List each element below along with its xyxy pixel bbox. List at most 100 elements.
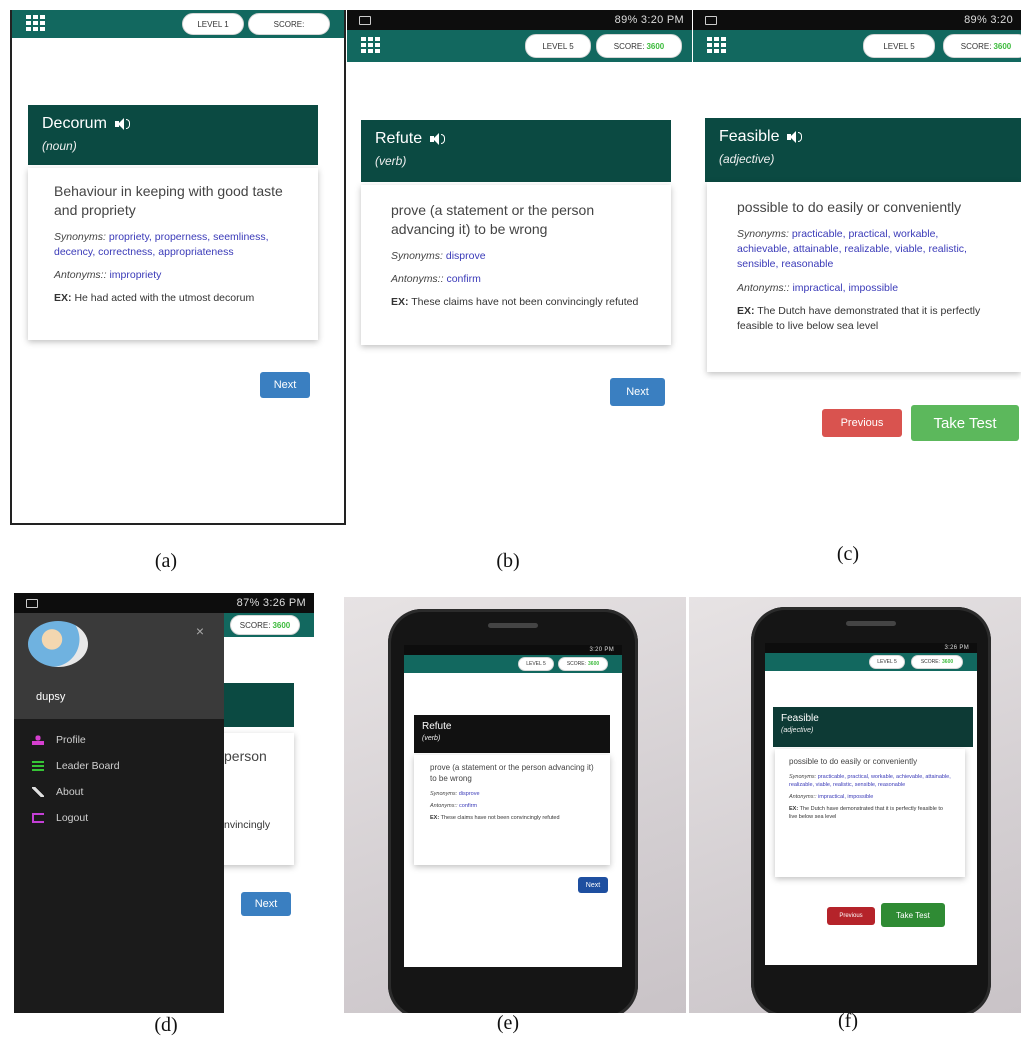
score-label: SCORE: <box>920 659 941 665</box>
level-pill: LEVEL 1 <box>182 13 244 35</box>
app-header: LEVEL 5 SCORE: 3600 <box>347 30 692 62</box>
word-title: Feasible <box>719 128 1007 146</box>
status-text: 87% 3:26 PM <box>236 597 306 609</box>
antonyms-label: Antonyms:: <box>430 802 458 809</box>
word-card-header: Refute (verb) <box>361 120 671 182</box>
next-button[interactable]: Next <box>241 892 291 916</box>
word-text: Feasible <box>781 713 819 724</box>
score-value: 3600 <box>942 659 954 665</box>
caption-b: (b) <box>496 550 520 572</box>
antonyms-line: Antonyms:: impractical, impossible <box>789 794 951 802</box>
part-of-speech: (noun) <box>42 139 77 153</box>
take-test-button[interactable]: Take Test <box>881 903 945 927</box>
notification-icon <box>26 598 38 608</box>
example-line: EX: These claims have not been convincin… <box>430 815 594 823</box>
level-pill: LEVEL 5 <box>525 34 591 58</box>
example-label: EX: <box>737 304 755 317</box>
synonyms-line: Synonyms: disprove <box>391 249 641 264</box>
level-label: LEVEL 5 <box>883 41 915 51</box>
example-label: EX: <box>789 805 799 812</box>
score-value: 3600 <box>272 620 291 630</box>
list-icon <box>32 761 44 771</box>
example-text: These claims have not been convincingly … <box>440 814 560 821</box>
notification-icon <box>359 15 371 25</box>
speaker-icon[interactable] <box>430 133 446 145</box>
synonyms-label: Synonyms: <box>54 230 106 243</box>
synonyms-line: Synonyms: practicable, practical, workab… <box>789 774 951 790</box>
panel-f-phone-photo: 3:26 PM LEVEL 5 SCORE: 3600 Feasible (adj… <box>689 597 1021 1013</box>
status-text: 3:20 PM <box>589 647 614 653</box>
status-bar: 87% 3:26 PM <box>14 593 314 613</box>
take-test-button[interactable]: Take Test <box>911 405 1019 441</box>
status-text: 89% 3:20 PM <box>614 14 684 26</box>
previous-button[interactable]: Previous <box>827 907 875 925</box>
drawer-item-label: Leader Board <box>56 760 120 772</box>
word-title: Decorum <box>42 115 304 133</box>
menu-grid-icon[interactable] <box>707 37 727 55</box>
drawer-profile-header: × dupsy <box>14 613 224 719</box>
drawer-item-label: Logout <box>56 812 89 824</box>
score-value: 3600 <box>993 41 1012 51</box>
speaker-icon[interactable] <box>114 118 130 130</box>
antonyms-list: confirm <box>459 802 478 809</box>
status-bar: 3:20 PM <box>404 645 622 655</box>
word-card-header: Feasible (adjective) <box>705 118 1021 182</box>
score-label: SCORE: <box>566 661 587 667</box>
example-text: The Dutch have demonstrated that it is p… <box>737 304 981 332</box>
score-pill: SCORE: 3600 <box>558 657 608 671</box>
word-title: Refute <box>422 721 602 732</box>
word-title: Feasible <box>781 713 965 724</box>
drawer-item-leaderboard[interactable]: Leader Board <box>14 753 224 779</box>
notification-icon <box>705 15 717 25</box>
example-peek: nvincingly <box>224 818 271 831</box>
example-text: The Dutch have demonstrated that it is p… <box>789 805 943 820</box>
nav-drawer: × dupsy Profile Leader Board About Logou… <box>14 613 224 1013</box>
synonyms-line: Synonyms: disprove <box>430 791 594 799</box>
score-pill: SCORE: <box>248 13 330 35</box>
definition: prove (a statement or the person advanci… <box>430 763 594 783</box>
phone-device: 3:26 PM LEVEL 5 SCORE: 3600 Feasible (adj… <box>751 607 991 1013</box>
panel-d-drawer: 87% 3:26 PM SCORE: 3600 person nvincingly… <box>14 593 314 1013</box>
panel-b-refute: 89% 3:20 PM LEVEL 5 SCORE: 3600 Refute (v… <box>347 10 692 355</box>
menu-grid-icon[interactable] <box>361 37 381 55</box>
antonyms-list: impractical, impossible <box>818 793 874 800</box>
antonyms-label: Antonyms:: <box>54 269 107 282</box>
next-button[interactable]: Next <box>260 372 310 398</box>
example-label: EX: <box>430 814 440 821</box>
app-header: LEVEL 5 SCORE: 3600 <box>693 30 1021 62</box>
panel-e-phone-photo: 3:20 PM LEVEL 5 SCORE: 3600 Refute (verb)… <box>344 597 686 1013</box>
level-pill: LEVEL 5 <box>863 34 935 58</box>
wrench-icon <box>32 787 44 797</box>
drawer-item-profile[interactable]: Profile <box>14 727 224 753</box>
level-label: LEVEL 1 <box>197 19 229 29</box>
example-line: EX: The Dutch have demonstrated that it … <box>737 304 993 334</box>
word-card-body: prove (a statement or the person advanci… <box>361 185 671 345</box>
word-card-header: Feasible (adjective) <box>773 707 973 747</box>
caption-a: (a) <box>154 550 178 572</box>
word-text: Refute <box>375 130 423 147</box>
close-icon[interactable]: × <box>196 623 204 639</box>
level-pill: LEVEL 5 <box>869 655 905 669</box>
definition: prove (a statement or the person advanci… <box>391 202 595 237</box>
caption-c: (c) <box>836 543 860 565</box>
score-pill: SCORE: 3600 <box>911 655 963 669</box>
level-label: LEVEL 5 <box>877 659 897 665</box>
antonyms-list: confirm <box>446 273 481 285</box>
next-button[interactable]: Next <box>610 378 665 406</box>
definition: possible to do easily or conveniently <box>737 199 962 215</box>
previous-button[interactable]: Previous <box>822 409 902 437</box>
drawer-item-label: About <box>56 786 84 798</box>
phone-device: 3:20 PM LEVEL 5 SCORE: 3600 Refute (verb)… <box>388 609 638 1013</box>
speaker-icon[interactable] <box>787 131 803 143</box>
phone-screen: 3:20 PM LEVEL 5 SCORE: 3600 Refute (verb)… <box>404 645 622 967</box>
antonyms-line: Antonyms:: confirm <box>430 803 594 811</box>
status-bar: 89% 3:20 PM <box>347 10 692 30</box>
drawer-item-about[interactable]: About <box>14 779 224 805</box>
menu-grid-icon[interactable] <box>26 15 46 33</box>
drawer-item-logout[interactable]: Logout <box>14 805 224 831</box>
word-card-body: possible to do easily or conveniently Sy… <box>707 182 1021 372</box>
status-bar: 89% 3:20 <box>693 10 1021 30</box>
app-header: LEVEL 5 SCORE: 3600 <box>404 655 622 673</box>
next-button[interactable]: Next <box>578 877 608 893</box>
score-value: 3600 <box>588 661 600 667</box>
